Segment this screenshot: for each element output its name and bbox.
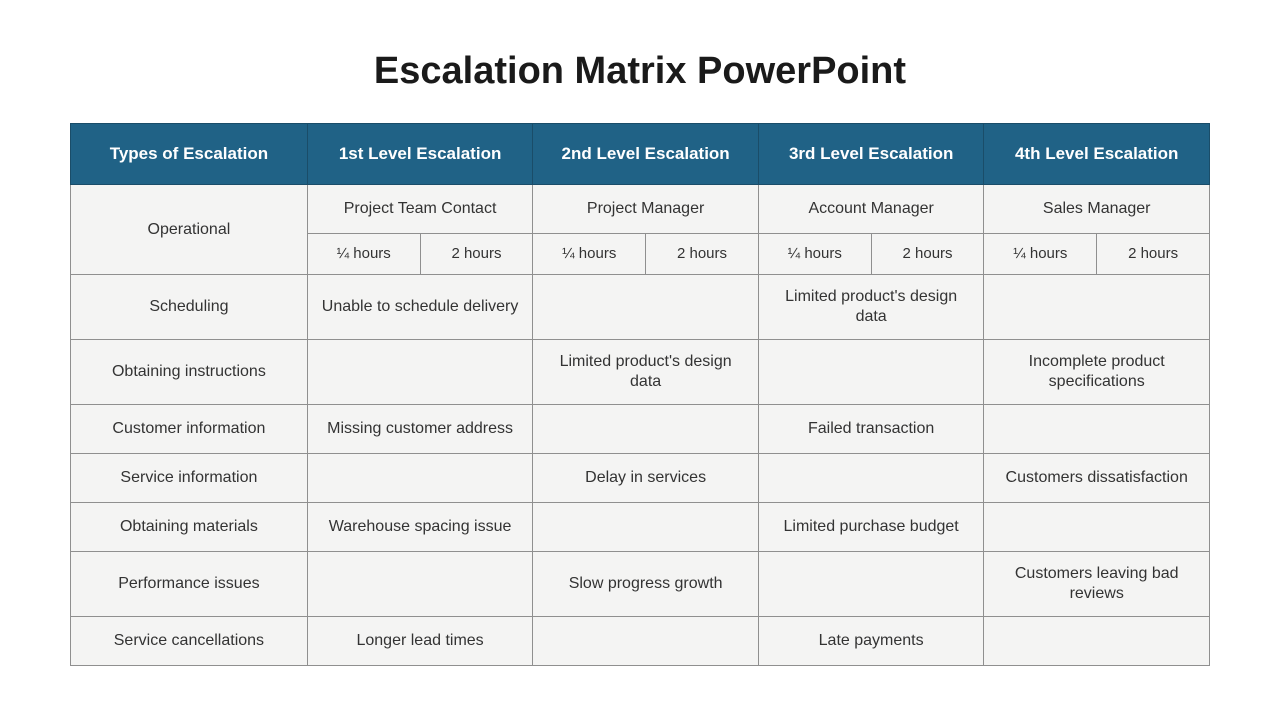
cell-materials-l3: Limited purchase budget [758,503,984,552]
row-obtaining-instructions: Obtaining instructions Limited product's… [71,340,1210,405]
row-scheduling: Scheduling Unable to schedule delivery L… [71,275,1210,340]
cell-performance-l4: Customers leaving bad reviews [984,552,1210,617]
header-type: Types of Escalation [71,124,308,185]
cell-scheduling-l4 [984,275,1210,340]
row-label-materials: Obtaining materials [71,503,308,552]
row-label-performance: Performance issues [71,552,308,617]
cell-obtaining-l2: Limited product's design data [533,340,759,405]
cell-cancel-l2 [533,617,759,666]
header-level-2: 2nd Level Escalation [533,124,759,185]
row-label-service: Service information [71,454,308,503]
row-label-scheduling: Scheduling [71,275,308,340]
time-l4a: ¼ hours [984,234,1097,275]
row-service-info: Service information Delay in services Cu… [71,454,1210,503]
cell-scheduling-l2 [533,275,759,340]
header-level-1: 1st Level Escalation [307,124,533,185]
cell-scheduling-l3: Limited product's design data [758,275,984,340]
contact-level-3: Account Manager [758,185,984,234]
cell-materials-l4 [984,503,1210,552]
table-header-row: Types of Escalation 1st Level Escalation… [71,124,1210,185]
cell-materials-l2 [533,503,759,552]
cell-performance-l3 [758,552,984,617]
cell-scheduling-l1: Unable to schedule delivery [307,275,533,340]
cell-performance-l1 [307,552,533,617]
cell-obtaining-l4: Incomplete product specifications [984,340,1210,405]
row-customer-info: Customer information Missing customer ad… [71,405,1210,454]
cell-customer-l4 [984,405,1210,454]
cell-service-l4: Customers dissatisfaction [984,454,1210,503]
row-operational-contacts: Operational Project Team Contact Project… [71,185,1210,234]
cell-obtaining-l3 [758,340,984,405]
row-label-cancel: Service cancellations [71,617,308,666]
row-label-obtaining: Obtaining instructions [71,340,308,405]
time-l2b: 2 hours [646,234,759,275]
time-l2a: ¼ hours [533,234,646,275]
cell-obtaining-l1 [307,340,533,405]
cell-customer-l1: Missing customer address [307,405,533,454]
cell-service-l1 [307,454,533,503]
row-service-cancellations: Service cancellations Longer lead times … [71,617,1210,666]
cell-cancel-l4 [984,617,1210,666]
cell-customer-l3: Failed transaction [758,405,984,454]
row-obtaining-materials: Obtaining materials Warehouse spacing is… [71,503,1210,552]
row-performance: Performance issues Slow progress growth … [71,552,1210,617]
escalation-matrix-table: Types of Escalation 1st Level Escalation… [70,123,1210,666]
time-l3b: 2 hours [871,234,984,275]
cell-performance-l2: Slow progress growth [533,552,759,617]
time-l1a: ¼ hours [307,234,420,275]
slide-title: Escalation Matrix PowerPoint [374,50,906,93]
header-level-3: 3rd Level Escalation [758,124,984,185]
header-level-4: 4th Level Escalation [984,124,1210,185]
contact-level-1: Project Team Contact [307,185,533,234]
cell-service-l3 [758,454,984,503]
cell-service-l2: Delay in services [533,454,759,503]
cell-cancel-l3: Late payments [758,617,984,666]
cell-customer-l2 [533,405,759,454]
row-label-customer: Customer information [71,405,308,454]
contact-level-2: Project Manager [533,185,759,234]
cell-cancel-l1: Longer lead times [307,617,533,666]
time-l1b: 2 hours [420,234,533,275]
contact-level-4: Sales Manager [984,185,1210,234]
row-label-operational: Operational [71,185,308,275]
time-l4b: 2 hours [1097,234,1210,275]
cell-materials-l1: Warehouse spacing issue [307,503,533,552]
time-l3a: ¼ hours [758,234,871,275]
slide: Escalation Matrix PowerPoint Types of Es… [0,0,1280,720]
